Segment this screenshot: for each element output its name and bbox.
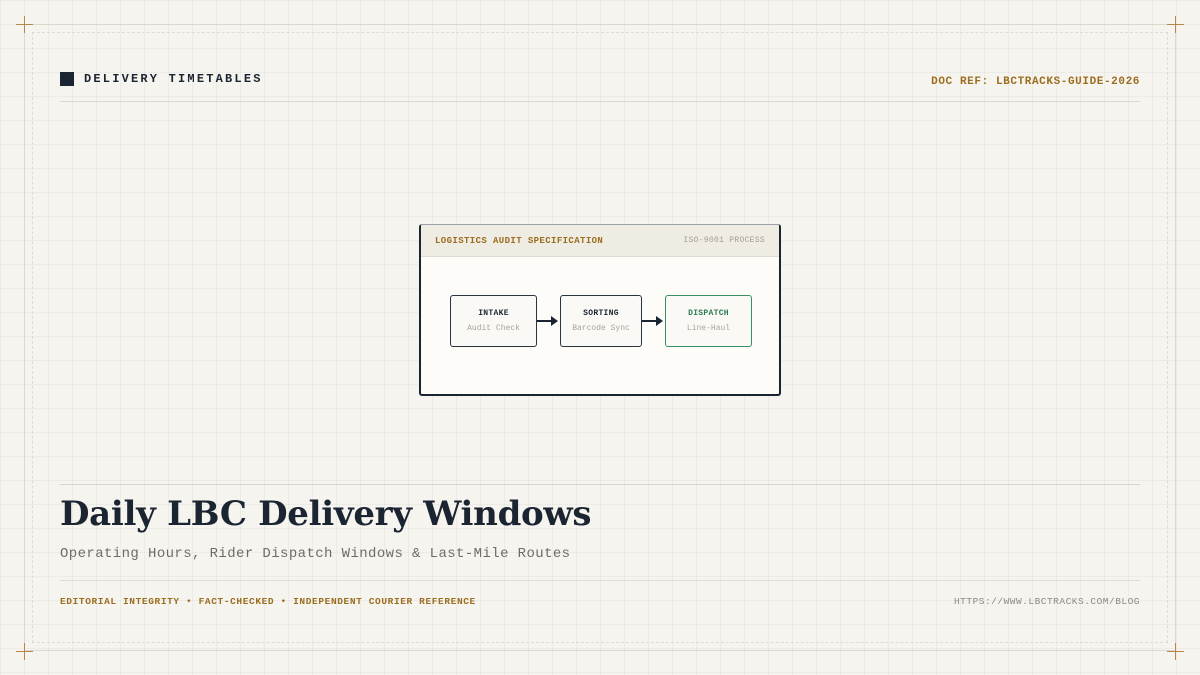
step-intake: INTAKE Audit Check — [450, 295, 537, 347]
step-sorting: SORTING Barcode Sync — [560, 295, 642, 347]
doc-reference: DOC REF: LBCTRACKS-GUIDE-2026 — [931, 76, 1140, 88]
divider — [60, 580, 1140, 581]
page-title: Daily LBC Delivery Windows — [60, 494, 592, 534]
step-sub: Line-Haul — [686, 324, 731, 333]
corner-crosshair-icon — [1167, 16, 1184, 33]
divider — [60, 484, 1140, 485]
arrow-right-icon — [537, 316, 558, 326]
site-url: HTTPS://WWW.LBCTRACKS.COM/BLOG — [953, 596, 1140, 607]
arrow-right-icon — [642, 316, 663, 326]
step-label: SORTING — [583, 309, 619, 318]
section-label: DELIVERY TIMETABLES — [60, 72, 263, 86]
step-sub: Audit Check — [467, 324, 520, 333]
corner-crosshair-icon — [1167, 643, 1184, 660]
section-title: DELIVERY TIMETABLES — [84, 72, 263, 86]
process-diagram-card: LOGISTICS AUDIT SPECIFICATION ISO-9001 P… — [419, 224, 781, 396]
editorial-tagline: EDITORIAL INTEGRITY • FACT-CHECKED • IND… — [60, 596, 476, 607]
step-label: DISPATCH — [688, 309, 729, 318]
corner-crosshair-icon — [16, 643, 33, 660]
diagram-header: LOGISTICS AUDIT SPECIFICATION ISO-9001 P… — [421, 225, 779, 257]
page-header: DELIVERY TIMETABLES DOC REF: LBCTRACKS-G… — [60, 72, 1140, 94]
diagram-tag: ISO-9001 PROCESS — [683, 236, 765, 245]
step-sub: Barcode Sync — [572, 324, 630, 333]
diagram-title: LOGISTICS AUDIT SPECIFICATION — [435, 236, 604, 246]
step-dispatch: DISPATCH Line-Haul — [665, 295, 752, 347]
step-label: INTAKE — [478, 309, 509, 318]
square-bullet-icon — [60, 72, 74, 86]
corner-crosshair-icon — [16, 16, 33, 33]
divider — [60, 101, 1140, 102]
page-subtitle: Operating Hours, Rider Dispatch Windows … — [60, 546, 571, 562]
